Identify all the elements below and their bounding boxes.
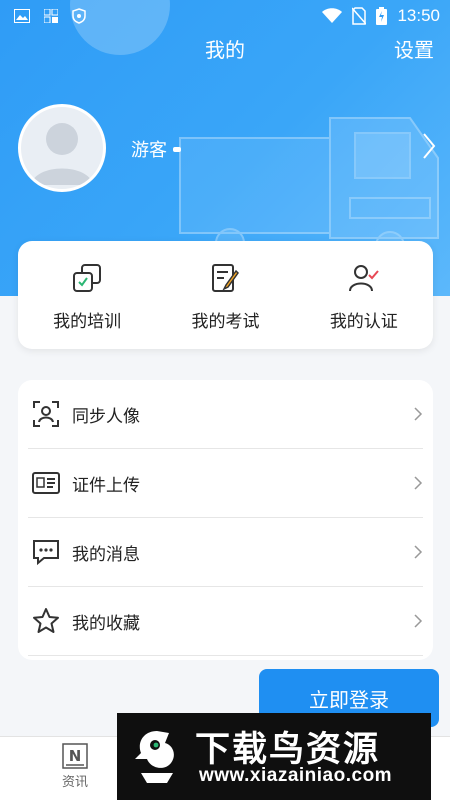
exam-icon	[212, 264, 240, 292]
svg-text:N: N	[69, 747, 82, 765]
chevron-right-icon	[414, 545, 423, 559]
menu-item-messages[interactable]: 我的消息	[28, 518, 423, 587]
menu-item-label: 我的消息	[72, 544, 140, 565]
quick-action-label: 我的培训	[53, 312, 122, 332]
status-time: 13:50	[397, 6, 440, 25]
settings-link[interactable]: 设置	[394, 34, 434, 63]
menu-list: 同步人像 证件上传 我的消息 我的收藏	[18, 380, 433, 660]
status-bar: 13:50	[0, 0, 450, 32]
face-scan-icon	[33, 401, 59, 427]
menu-item-label: 证件上传	[72, 475, 140, 496]
chevron-right-icon	[414, 407, 423, 421]
default-avatar-icon	[31, 123, 93, 185]
wifi-icon	[322, 8, 343, 23]
quick-action-exam[interactable]: 我的考试	[156, 241, 294, 349]
username-text: 游客	[131, 140, 167, 161]
menu-item-label: 同步人像	[72, 406, 140, 427]
tab-news-label: 资讯	[61, 775, 88, 790]
menu-item-label: 我的收藏	[72, 613, 140, 634]
chevron-right-icon	[414, 614, 423, 628]
quick-action-training[interactable]: 我的培训	[18, 241, 156, 349]
quick-actions-card: 我的培训 我的考试 我的认证	[18, 241, 433, 349]
menu-item-sync-portrait[interactable]: 同步人像	[28, 380, 423, 449]
quick-action-label: 我的考试	[191, 312, 260, 332]
username[interactable]: 游客	[131, 136, 181, 162]
tab-news[interactable]: N 资讯	[55, 743, 95, 790]
page-title: 我的	[205, 38, 245, 62]
watermark-url: www.xiazainiao.com	[199, 765, 393, 786]
shield-icon	[72, 8, 86, 24]
menu-item-id-upload[interactable]: 证件上传	[28, 449, 423, 518]
watermark-banner: 下载鸟资源 www.xiazainiao.com	[117, 713, 431, 800]
quick-action-label: 我的认证	[329, 312, 398, 332]
avatar[interactable]	[18, 104, 106, 192]
battery-charging-icon	[376, 7, 388, 25]
certification-icon	[348, 265, 379, 292]
id-card-icon	[32, 472, 60, 494]
star-icon	[33, 608, 59, 633]
chevron-right-icon[interactable]	[422, 132, 436, 160]
menu-item-favorites[interactable]: 我的收藏	[28, 587, 423, 656]
image-icon	[14, 9, 30, 23]
grid-icon	[44, 9, 58, 23]
message-icon	[33, 540, 59, 566]
quick-action-certification[interactable]: 我的认证	[295, 241, 433, 349]
training-icon	[73, 264, 102, 292]
username-indicator	[173, 146, 181, 152]
chevron-right-icon	[414, 476, 423, 490]
news-icon: N	[62, 743, 88, 769]
no-sim-icon	[352, 7, 367, 25]
bird-logo-icon	[135, 731, 174, 783]
